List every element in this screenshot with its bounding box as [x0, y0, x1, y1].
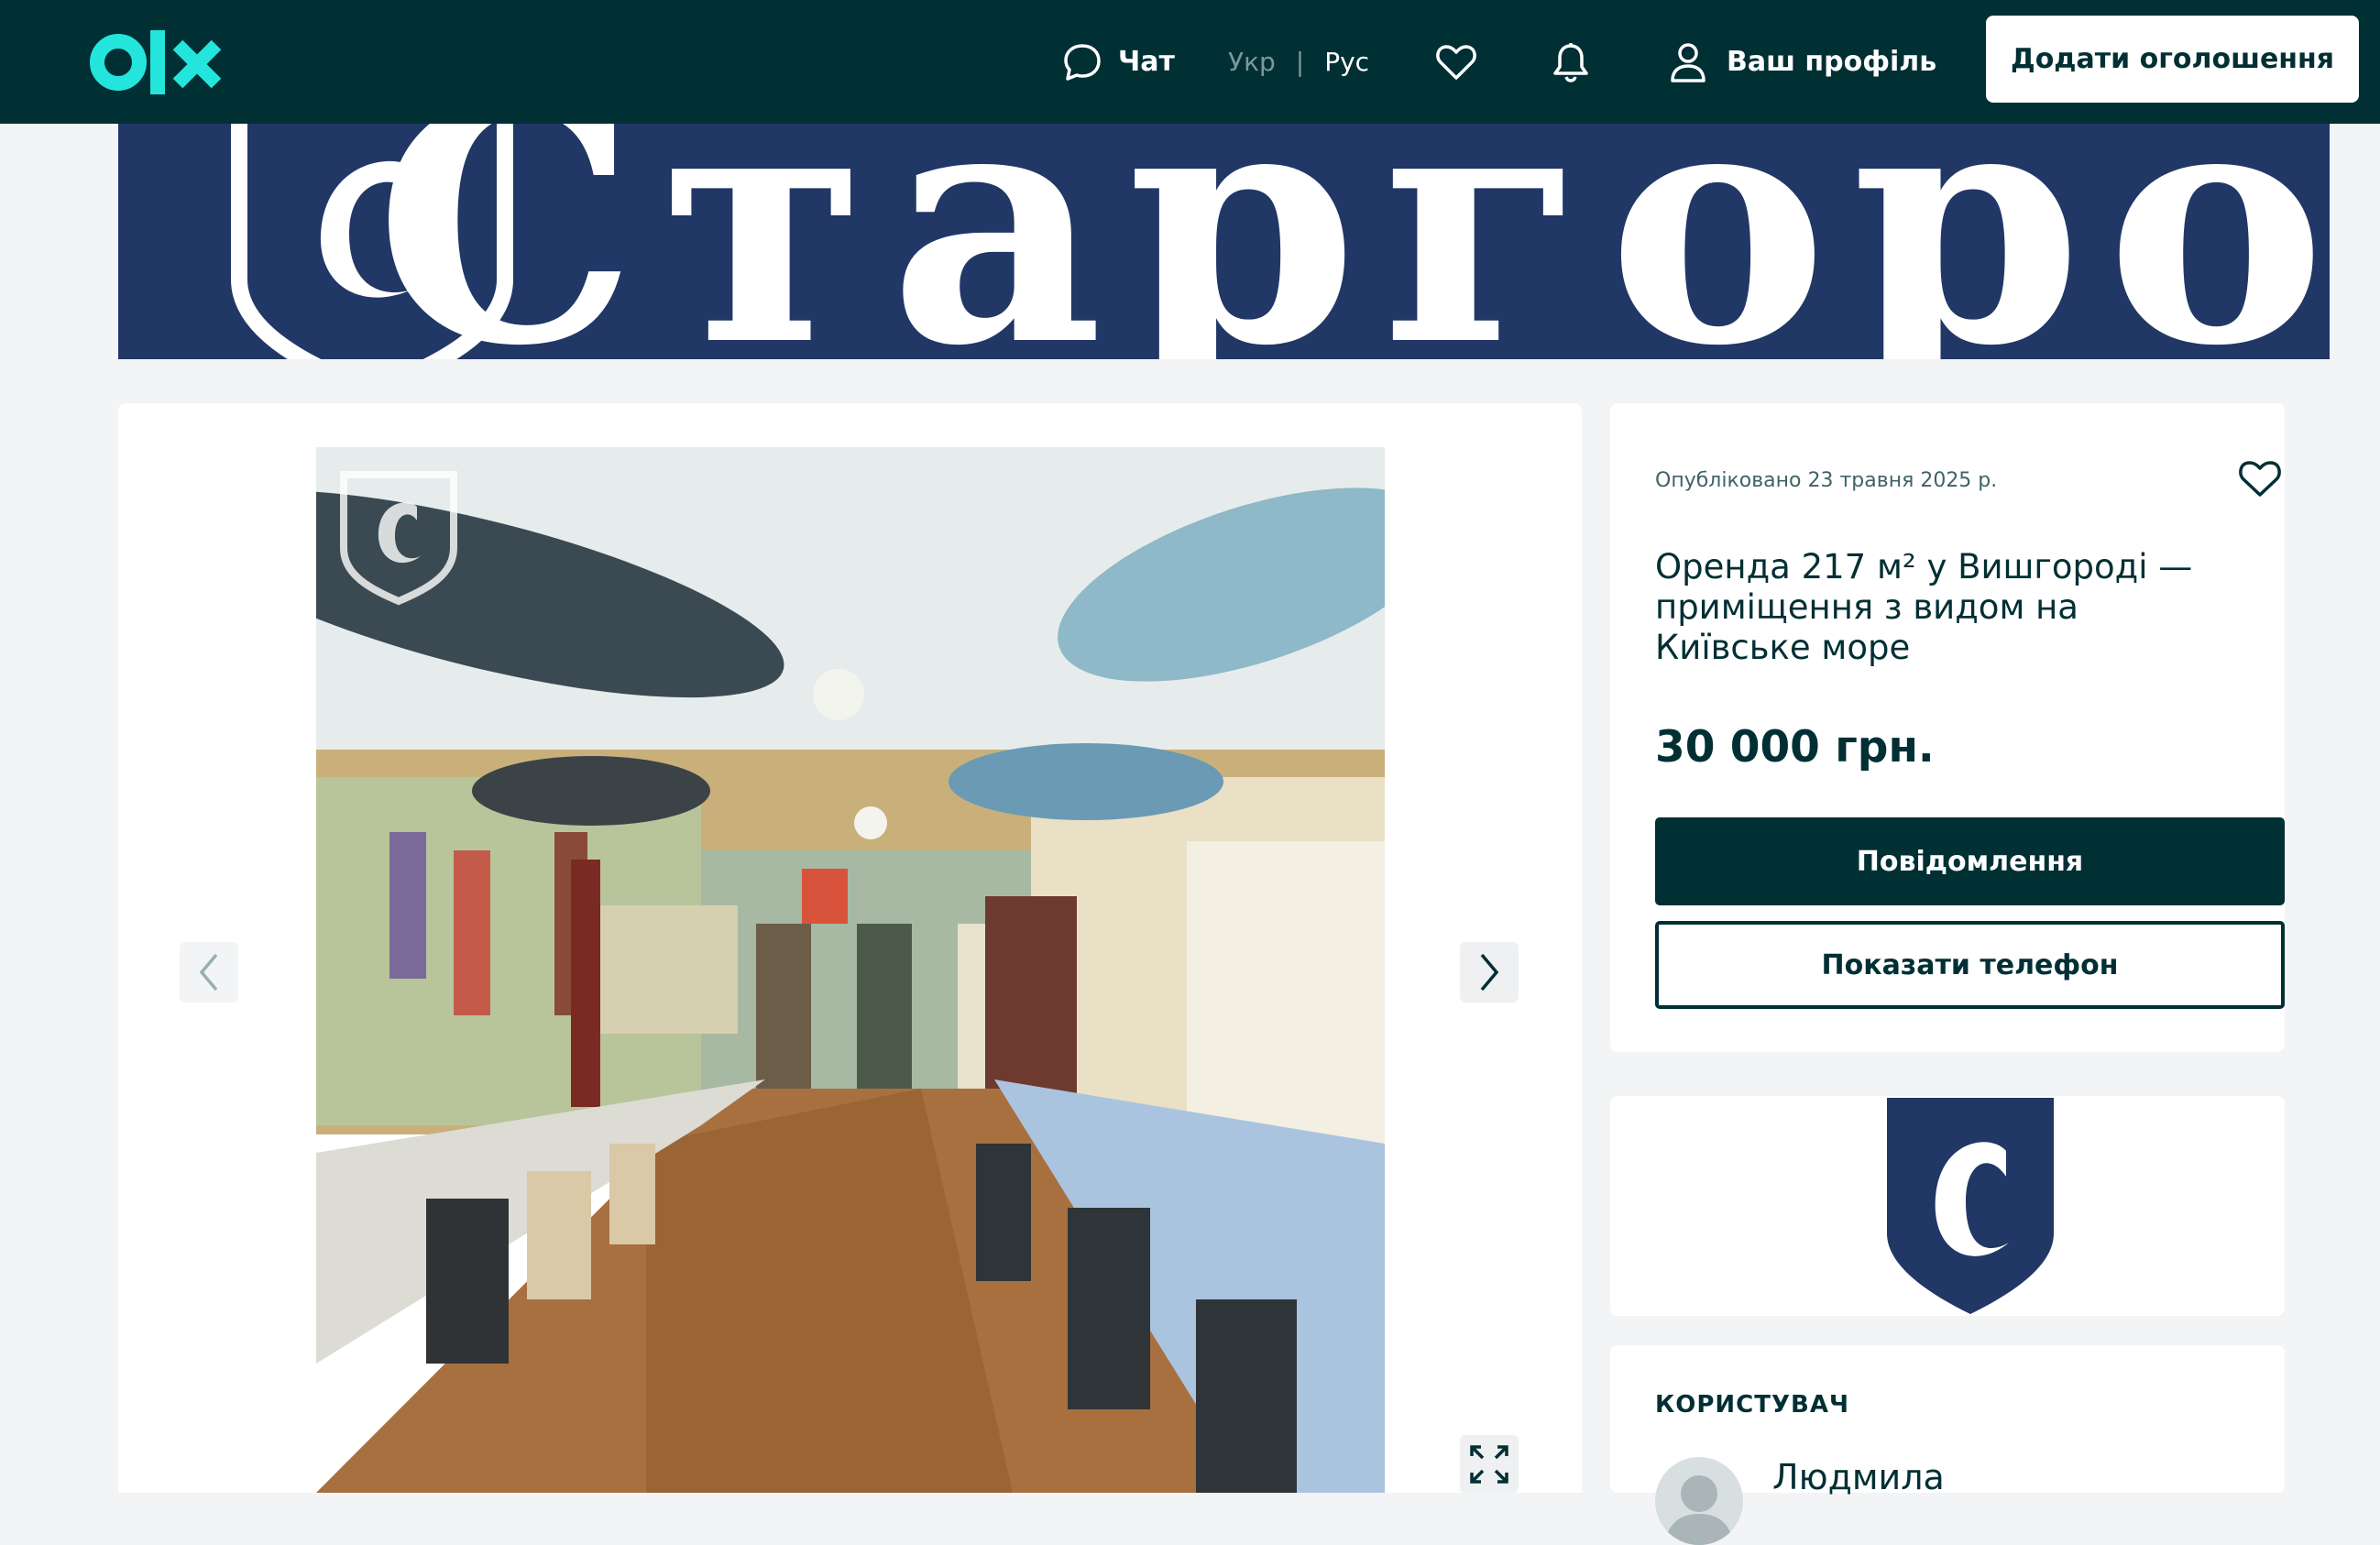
show-phone-button[interactable]: Показати телефон	[1655, 921, 2285, 1009]
top-navigation-bar: Чат Укр | Рус Ваш профіль Додати оголоше…	[0, 0, 2380, 124]
profile-label: Ваш профіль	[1727, 46, 1937, 78]
user-avatar-icon	[1664, 1475, 1734, 1545]
seller-info-card: КОРИСТУВАЧ Людмила	[1610, 1345, 2285, 1545]
shield-logo-icon[interactable]	[1885, 1096, 2056, 1316]
banner-brand-text: Старгород	[375, 124, 2330, 359]
add-to-favorites-button[interactable]	[2239, 460, 2281, 502]
profile-link[interactable]: Ваш профіль	[1670, 0, 1936, 124]
chevron-left-icon	[199, 953, 218, 992]
chat-label: Чат	[1118, 46, 1175, 78]
bell-icon	[1553, 42, 1588, 82]
listing-photo[interactable]	[316, 447, 1385, 1493]
chevron-right-icon	[1480, 953, 1499, 992]
add-listing-button[interactable]: Додати оголошення	[1986, 16, 2359, 103]
lang-rus[interactable]: Рус	[1324, 47, 1369, 77]
expand-icon	[1470, 1444, 1508, 1484]
previous-photo-button[interactable]	[180, 942, 238, 1003]
chat-icon	[1064, 43, 1101, 81]
hall-photo-illustration	[316, 447, 1385, 1493]
language-switcher: Укр | Рус	[1228, 0, 1369, 124]
favorites-link[interactable]	[1436, 0, 1476, 124]
seller-name[interactable]: Людмила	[1772, 1457, 1945, 1497]
notifications-link[interactable]	[1552, 0, 1589, 124]
published-date: Опубліковано 23 травня 2025 р.	[1655, 469, 1998, 492]
lang-ukr[interactable]: Укр	[1228, 47, 1276, 77]
heart-icon	[1436, 44, 1476, 80]
next-photo-button[interactable]	[1460, 942, 1519, 1003]
listing-price: 30 000 грн.	[1655, 722, 1935, 772]
chat-link[interactable]: Чат	[1063, 0, 1175, 124]
seller-heading: КОРИСТУВАЧ	[1655, 1391, 1849, 1419]
photo-gallery	[118, 403, 1582, 1493]
message-button[interactable]: Повідомлення	[1655, 817, 2285, 905]
listing-summary-card: Опубліковано 23 травня 2025 р. Оренда 21…	[1610, 403, 2285, 1052]
seller-logo-card	[1610, 1096, 2285, 1316]
seller-banner: Старгород	[118, 124, 2330, 359]
user-icon	[1671, 42, 1705, 82]
avatar	[1655, 1457, 1743, 1545]
fullscreen-button[interactable]	[1460, 1435, 1519, 1493]
lang-separator: |	[1295, 47, 1305, 77]
olx-logo[interactable]	[88, 27, 225, 97]
listing-title: Оренда 217 м² у Вишгороді — приміщення з…	[1655, 547, 2193, 667]
heart-icon	[2239, 461, 2281, 497]
